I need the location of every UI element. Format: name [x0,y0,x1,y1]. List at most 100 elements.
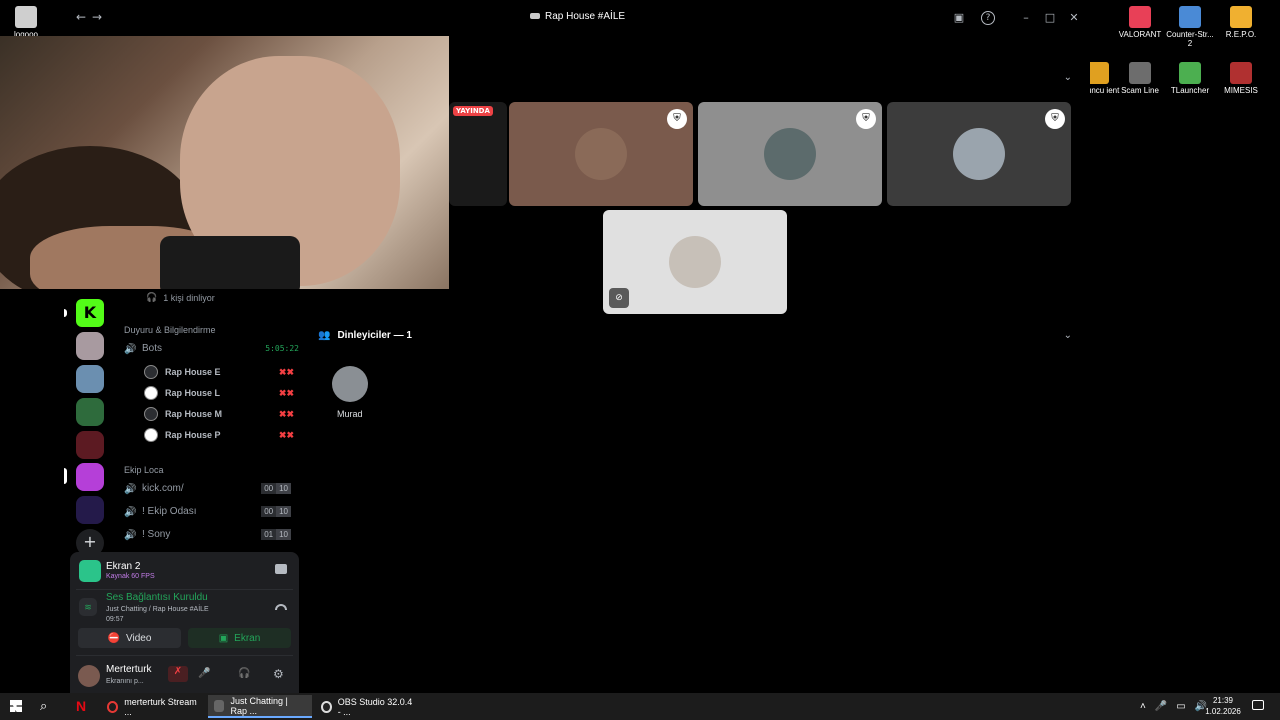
listener-avatar[interactable] [332,366,368,402]
windows-start-icon[interactable] [10,700,22,712]
taskbar-item-active[interactable]: Just Chatting | Rap ... [208,695,312,718]
discord-icon [214,699,225,712]
minimize-button[interactable]: – [1019,11,1033,25]
screen-preview-icon [79,560,101,582]
connection-status[interactable]: Ses Bağlantısı Kuruldu [106,592,208,603]
live-badge: YAYINDA [453,106,493,116]
server-item[interactable] [76,332,104,360]
avatar [144,407,158,421]
settings-gear-icon[interactable]: ⚙ [273,667,284,681]
chevron-up-icon[interactable]: ˄ [1140,701,1146,712]
server-item[interactable] [76,365,104,393]
netflix-icon[interactable]: N [76,698,86,714]
obs-icon [321,700,332,713]
category-team[interactable]: Ekip Loca [124,465,164,475]
chevron-down-icon[interactable]: ⌄ [1064,330,1072,341]
server-rail: K + [0,290,104,557]
category-announce[interactable]: Duyuru & Bilgilendirme [124,325,216,335]
inbox-icon[interactable]: ▣ [952,11,966,25]
clock[interactable]: 21:39 1.02.2026 [1205,695,1241,717]
channel-list: 🎧 1 kişi dinliyor Duyuru & Bilgilendirme … [114,290,304,550]
speaker-icon: 🔊 [124,343,137,355]
user-avatar[interactable] [78,665,100,687]
notifications-icon[interactable] [1252,700,1264,710]
forward-icon[interactable]: → [92,10,102,24]
server-item[interactable] [76,431,104,459]
screen-icon: ▣ [218,632,229,644]
server-item[interactable] [76,496,104,524]
shield-icon: ⛨ [856,109,876,129]
counter-strike-shortcut[interactable]: Counter-Str... 2 [1164,6,1216,49]
disconnect-icon[interactable] [275,604,287,610]
scam-line-icon [1129,62,1151,84]
oyuncu-icon [1087,62,1109,84]
listener-name: Murad [337,409,363,419]
muted-icon: ✖✖ [278,387,294,398]
voice-user[interactable]: Rap House L ✖✖ [144,386,294,400]
participant-tile[interactable]: ⊘ [603,210,787,314]
mic-tray-icon[interactable]: 🎤 [1155,701,1167,712]
video-button[interactable]: ⛔ Video [78,628,181,648]
mimesis-icon [1230,62,1252,84]
logooo-shortcut[interactable]: logooo [0,6,52,40]
headphones-icon: 🎧 [146,292,158,302]
headphones-icon[interactable]: 🎧 [238,668,250,679]
voice-user[interactable]: Rap House M ✖✖ [144,407,294,421]
tlauncher-shortcut[interactable]: TLauncher [1164,62,1216,96]
mic-muted-icon: ⊘ [609,288,629,308]
close-button[interactable]: ✕ [1067,11,1081,25]
server-rap-house[interactable] [76,463,104,491]
divider [76,589,293,590]
channel-kick[interactable]: 🔊 kick.com/ 00 10 [124,483,299,495]
repo-shortcut[interactable]: R.E.P.O. [1215,6,1267,40]
speaker-icon: 🔊 [124,506,137,518]
stream-tile[interactable]: YAYINDA [449,102,507,206]
voice-user[interactable]: Rap House E ✖✖ [144,365,294,379]
help-icon[interactable]: ? [981,11,995,25]
search-icon[interactable]: ⌕ [40,698,47,714]
avatar [144,428,158,442]
speaker-icon: 🔊 [124,483,137,495]
listeners-header: 👥 Dinleyiciler — 1 [318,330,412,341]
participant-tile[interactable]: ⛨ [509,102,693,206]
participant-tile[interactable]: ⛨ [887,102,1071,206]
scam-line-shortcut[interactable]: Scam Line [1114,62,1166,96]
valorant-shortcut[interactable]: VALORANT [1114,6,1166,40]
user-name: Merterturk [106,664,152,675]
valorant-icon [1129,6,1151,28]
speaker-icon: 🔊 [124,529,137,541]
server-item[interactable] [76,398,104,426]
screen-share-button[interactable]: ▣ Ekran [188,628,291,648]
muted-icon: ✖✖ [278,429,294,440]
shield-icon: ⛨ [667,109,687,129]
mimesis-shortcut[interactable]: MIMESIS [1215,62,1267,96]
back-icon[interactable]: ← [76,10,86,24]
taskbar-item[interactable]: merterturk Stream ... [101,695,205,718]
maximize-button[interactable]: □ [1043,11,1057,25]
channel-ekip-odasi[interactable]: 🔊! Ekip Odası 00 10 [124,506,299,518]
participant-avatar [669,236,721,288]
voice-panel: Ekran 2 Kaynak 60 FPS ≋ Ses Bağlantısı K… [70,552,299,693]
taskbar-item[interactable]: OBS Studio 32.0.4 - ... [315,695,419,718]
signal-icon: ≋ [79,598,97,616]
camera-off-icon[interactable]: ✗ [168,666,188,682]
logooo-icon [15,6,37,28]
opera-icon [107,700,119,713]
system-tray: ˄ 🎤 ▭ 🔊 [1140,693,1207,720]
participant-tile[interactable]: ⛨ [698,102,882,206]
mic-icon[interactable]: 🎤 [198,668,210,679]
channel-sony[interactable]: 🔊! Sony 01 10 [124,529,299,541]
channel-bots[interactable]: 🔊 Bots 5:05:22 [124,343,299,355]
network-icon[interactable]: ▭ [1176,701,1185,712]
chevron-down-icon[interactable]: ⌄ [1064,72,1072,83]
webcam-sleeve [160,236,300,289]
voice-user[interactable]: Rap House P ✖✖ [144,428,294,442]
tlauncher-icon [1179,62,1201,84]
title-bar: ← → Rap House #AİLE ▣ ? – □ ✕ [60,0,1090,36]
user-status: Ekranını p... [106,678,144,685]
camera-off-icon: ⛔ [107,632,121,644]
webcam-overlay [0,36,449,289]
stop-stream-icon[interactable] [275,564,287,574]
server-kick[interactable]: K [76,299,104,327]
desktop: VALORANT Counter-Str... 2 R.E.P.O. Oyunc… [0,0,1280,693]
